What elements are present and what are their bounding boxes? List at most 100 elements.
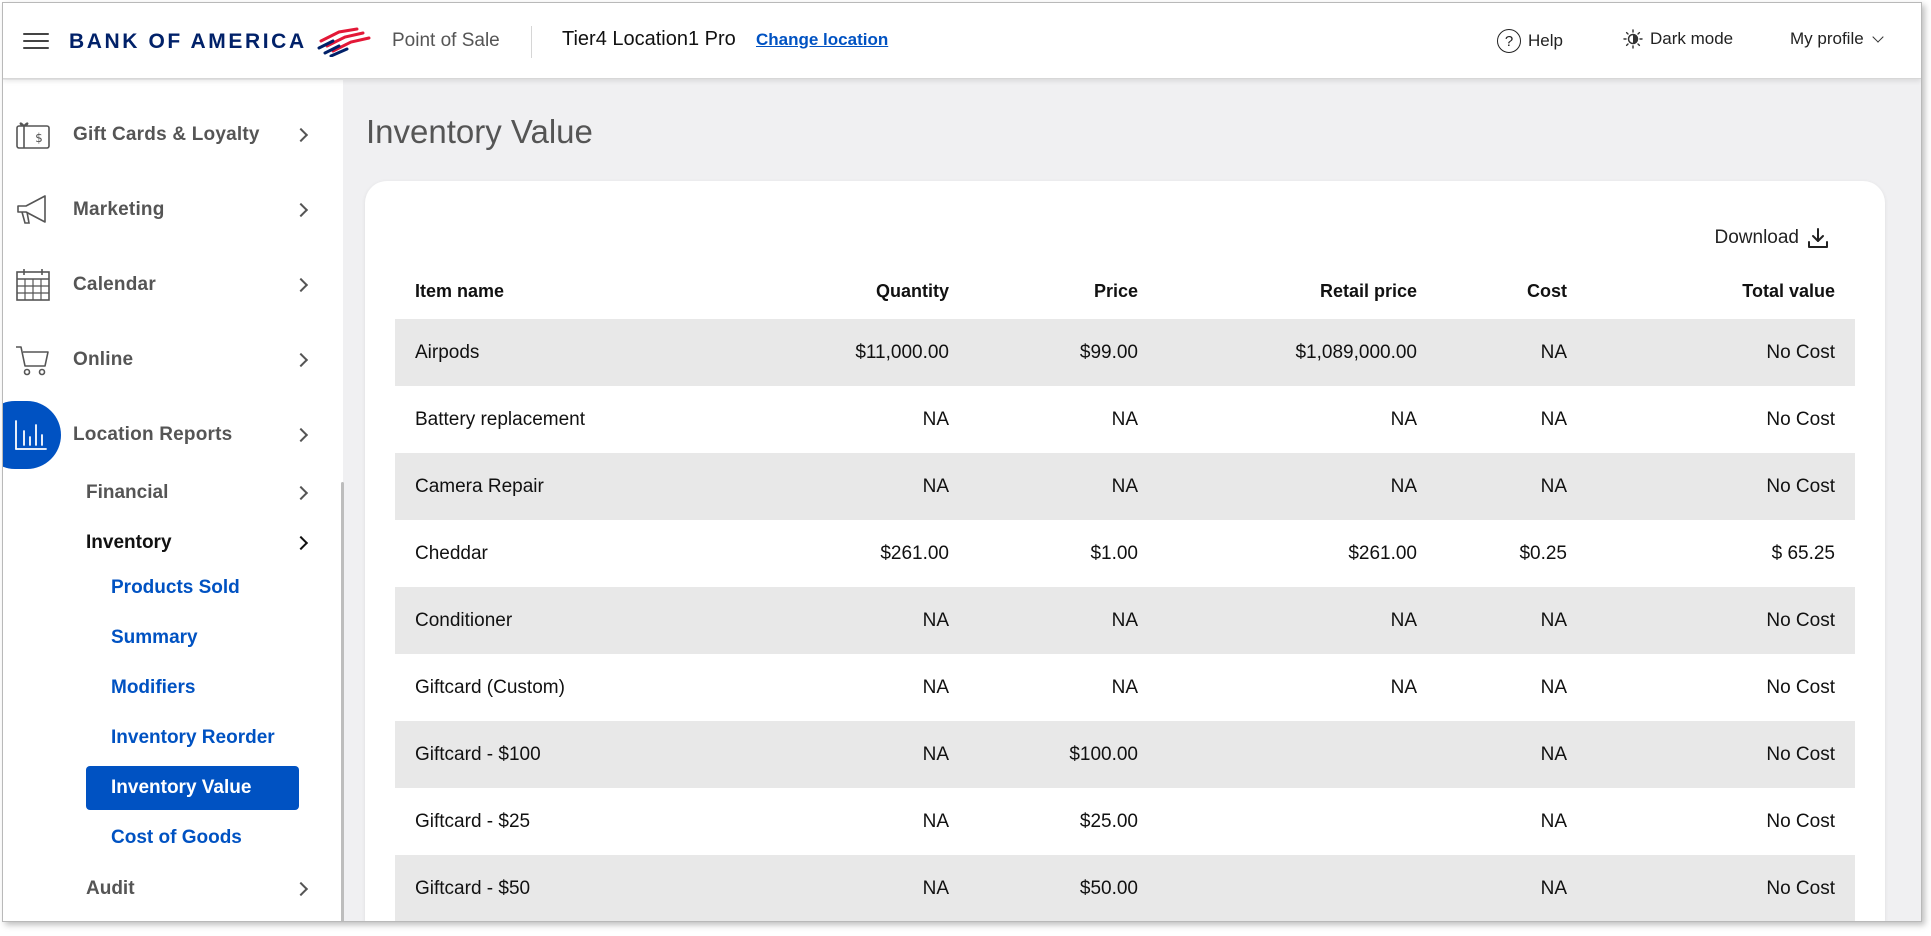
sidebar-item-label: Calendar [73, 274, 156, 295]
sidebar-leaf-label: Summary [111, 627, 198, 648]
cell-quantity: $11,000.00 [855, 341, 949, 363]
cell-price: $1.00 [1090, 542, 1138, 564]
cell-cost: NA [1540, 676, 1567, 698]
sidebar-leaf-summary[interactable]: Summary [86, 616, 299, 660]
sidebar-leaf-products-sold[interactable]: Products Sold [86, 566, 299, 610]
help-label: Help [1528, 31, 1563, 50]
cell-cost: NA [1540, 810, 1567, 832]
sidebar-item-label: Online [73, 349, 134, 370]
table-row[interactable]: Giftcard (Custom) NA NA NA NA No Cost [395, 654, 1855, 721]
table-row[interactable]: Giftcard - $25 NA $25.00 NA No Cost [395, 788, 1855, 855]
cell-quantity: NA [922, 408, 949, 430]
cell-item-name: Giftcard - $50 [415, 877, 531, 899]
cell-quantity: NA [922, 609, 949, 631]
svg-text:$: $ [35, 131, 43, 145]
cell-cost: $0.25 [1519, 542, 1567, 564]
column-header-cost[interactable]: Cost [1437, 263, 1587, 319]
cell-cost: NA [1540, 609, 1567, 631]
column-header-retail-price[interactable]: Retail price [1158, 263, 1437, 319]
sidebar-leaf-inventory-reorder[interactable]: Inventory Reorder [86, 716, 299, 760]
cell-item-name: Giftcard - $25 [415, 810, 531, 832]
sidebar-item-online[interactable]: Online [3, 330, 323, 390]
cell-price: NA [1111, 408, 1138, 430]
cell-total-value: $ 65.25 [1771, 542, 1835, 564]
help-button[interactable]: ? Help [1497, 29, 1563, 53]
sidebar-leaf-label: Inventory Reorder [111, 727, 275, 748]
sidebar: $ Gift Cards & Loyalty Marketing Calenda… [3, 80, 344, 921]
my-profile-menu[interactable]: My profile [1790, 29, 1884, 49]
inventory-value-table: Item name Quantity Price Retail price Co… [395, 263, 1855, 921]
brand-name: BANK OF AMERICA [69, 30, 307, 53]
chevron-right-icon [293, 485, 309, 501]
gift-card-icon: $ [16, 122, 50, 149]
cell-cost: NA [1540, 341, 1567, 363]
chevron-right-icon [293, 535, 309, 551]
sidebar-subitem-audit[interactable]: Audit [86, 869, 323, 909]
download-button[interactable]: Download [1715, 227, 1830, 249]
column-header-item-name[interactable]: Item name [395, 263, 695, 319]
table-row[interactable]: Giftcard - $50 NA $50.00 NA No Cost [395, 855, 1855, 921]
sidebar-leaf-inventory-value[interactable]: Inventory Value [86, 766, 299, 810]
sidebar-item-marketing[interactable]: Marketing [3, 180, 323, 240]
chevron-right-icon [293, 881, 309, 897]
cell-cost: NA [1540, 408, 1567, 430]
chevron-down-icon [1872, 30, 1884, 43]
table-row[interactable]: Conditioner NA NA NA NA No Cost [395, 587, 1855, 654]
current-location: Tier4 Location1 Pro [562, 28, 736, 50]
sidebar-item-gift-cards[interactable]: $ Gift Cards & Loyalty [3, 105, 323, 165]
cell-cost: NA [1540, 475, 1567, 497]
table-row[interactable]: Giftcard - $100 NA $100.00 NA No Cost [395, 721, 1855, 788]
cell-retail-price [1158, 855, 1437, 921]
sidebar-item-label: Marketing [73, 199, 165, 220]
cell-total-value: No Cost [1766, 676, 1835, 698]
bar-chart-icon [15, 420, 47, 450]
column-header-price[interactable]: Price [969, 263, 1158, 319]
sidebar-subitem-inventory[interactable]: Inventory [86, 523, 323, 563]
cell-price: $99.00 [1079, 341, 1138, 363]
cell-total-value: No Cost [1766, 743, 1835, 765]
flag-logo-icon [317, 27, 371, 57]
sun-icon [1623, 29, 1643, 49]
cell-total-value: No Cost [1766, 877, 1835, 899]
sidebar-item-label: Gift Cards & Loyalty [73, 124, 260, 145]
chevron-right-icon [293, 277, 309, 293]
column-header-total-value[interactable]: Total value [1587, 263, 1855, 319]
dark-mode-toggle[interactable]: Dark mode [1623, 29, 1733, 49]
dark-mode-label: Dark mode [1650, 29, 1734, 48]
menu-icon[interactable] [23, 33, 49, 51]
sidebar-leaf-label: Modifiers [111, 677, 196, 698]
page-title: Inventory Value [366, 113, 593, 150]
table-row[interactable]: Battery replacement NA NA NA NA No Cost [395, 386, 1855, 453]
table-row[interactable]: Airpods $11,000.00 $99.00 $1,089,000.00 NA No… [395, 319, 1855, 386]
table-header-row: Item name Quantity Price Retail price Co… [395, 263, 1855, 319]
sidebar-subitem-financial[interactable]: Financial [86, 473, 323, 513]
help-icon: ? [1497, 29, 1521, 53]
table-row[interactable]: Camera Repair NA NA NA NA No Cost [395, 453, 1855, 520]
my-profile-label: My profile [1790, 29, 1864, 48]
cell-quantity: NA [922, 743, 949, 765]
sidebar-leaf-label: Cost of Goods [111, 827, 242, 848]
cell-item-name: Conditioner [415, 609, 513, 631]
change-location-link[interactable]: Change location [756, 30, 888, 50]
chevron-right-icon [293, 427, 309, 443]
cell-total-value: No Cost [1766, 408, 1835, 430]
top-bar: BANK OF AMERICA Point of Sale Tier4 Loca… [3, 3, 1921, 79]
download-icon [1808, 228, 1828, 248]
table-row[interactable]: Cheddar $261.00 $1.00 $261.00 $0.25 $ 65.25 [395, 520, 1855, 587]
cell-price: $50.00 [1079, 877, 1138, 899]
cell-cost: NA [1540, 743, 1567, 765]
cell-price: $25.00 [1079, 810, 1138, 832]
brand-logo[interactable]: BANK OF AMERICA [69, 25, 371, 59]
header-divider [531, 26, 532, 58]
app-window: BANK OF AMERICA Point of Sale Tier4 Loca… [2, 2, 1922, 922]
column-header-quantity[interactable]: Quantity [695, 263, 969, 319]
sidebar-leaf-cost-of-goods[interactable]: Cost of Goods [86, 816, 299, 860]
cell-retail-price: $261.00 [1348, 542, 1417, 564]
sidebar-leaf-modifiers[interactable]: Modifiers [86, 666, 299, 710]
cell-quantity: NA [922, 475, 949, 497]
sidebar-scrollbar[interactable] [341, 482, 344, 921]
sidebar-item-calendar[interactable]: Calendar [3, 255, 323, 315]
download-label: Download [1714, 227, 1800, 248]
sidebar-item-location-reports[interactable]: Location Reports [3, 401, 323, 469]
cell-total-value: No Cost [1766, 609, 1835, 631]
